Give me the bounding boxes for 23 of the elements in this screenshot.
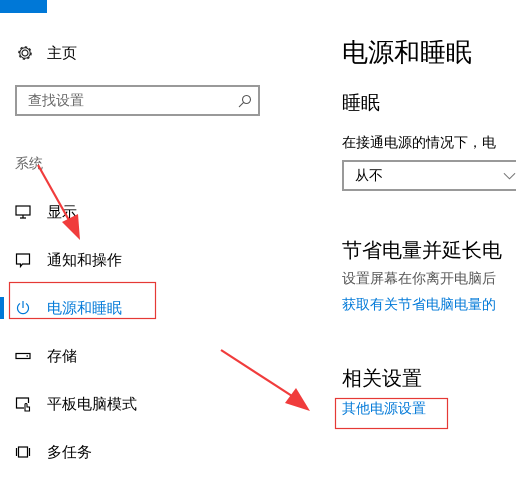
power-icon (15, 300, 31, 316)
sidebar-item[interactable]: 存储 (0, 340, 83, 372)
section-heading: 节省电量并延长电 (342, 237, 503, 264)
description-text: 设置屏幕在你离开电脑后 (342, 270, 497, 288)
sidebar-item[interactable]: 通知和操作 (0, 244, 128, 276)
search-icon (238, 94, 252, 108)
sidebar-item[interactable]: 平板电脑模式 (0, 388, 143, 420)
message-icon (15, 252, 31, 268)
search-field[interactable]: 查找设置 (15, 85, 260, 116)
chevron-icon (503, 170, 516, 180)
section-heading: 睡眠 (342, 91, 381, 116)
settings-icon (16, 44, 34, 62)
monitor-icon (15, 204, 31, 220)
section-heading: 相关设置 (342, 365, 423, 392)
sidebar-item[interactable]: 电源和睡眠 (0, 292, 128, 324)
tablet-icon (15, 396, 31, 412)
description-text: 在接通电源的情况下，电 (342, 134, 497, 152)
multitask-icon (15, 444, 31, 460)
info-link[interactable]: 获取有关节省电脑电量的 (342, 296, 516, 314)
power-settings-link[interactable]: 其他电源设置 (342, 400, 516, 418)
dropdown[interactable]: 从不 (342, 160, 516, 191)
home-link[interactable]: 主页 (0, 40, 342, 66)
sidebar-item[interactable]: 多任务 (0, 436, 98, 468)
